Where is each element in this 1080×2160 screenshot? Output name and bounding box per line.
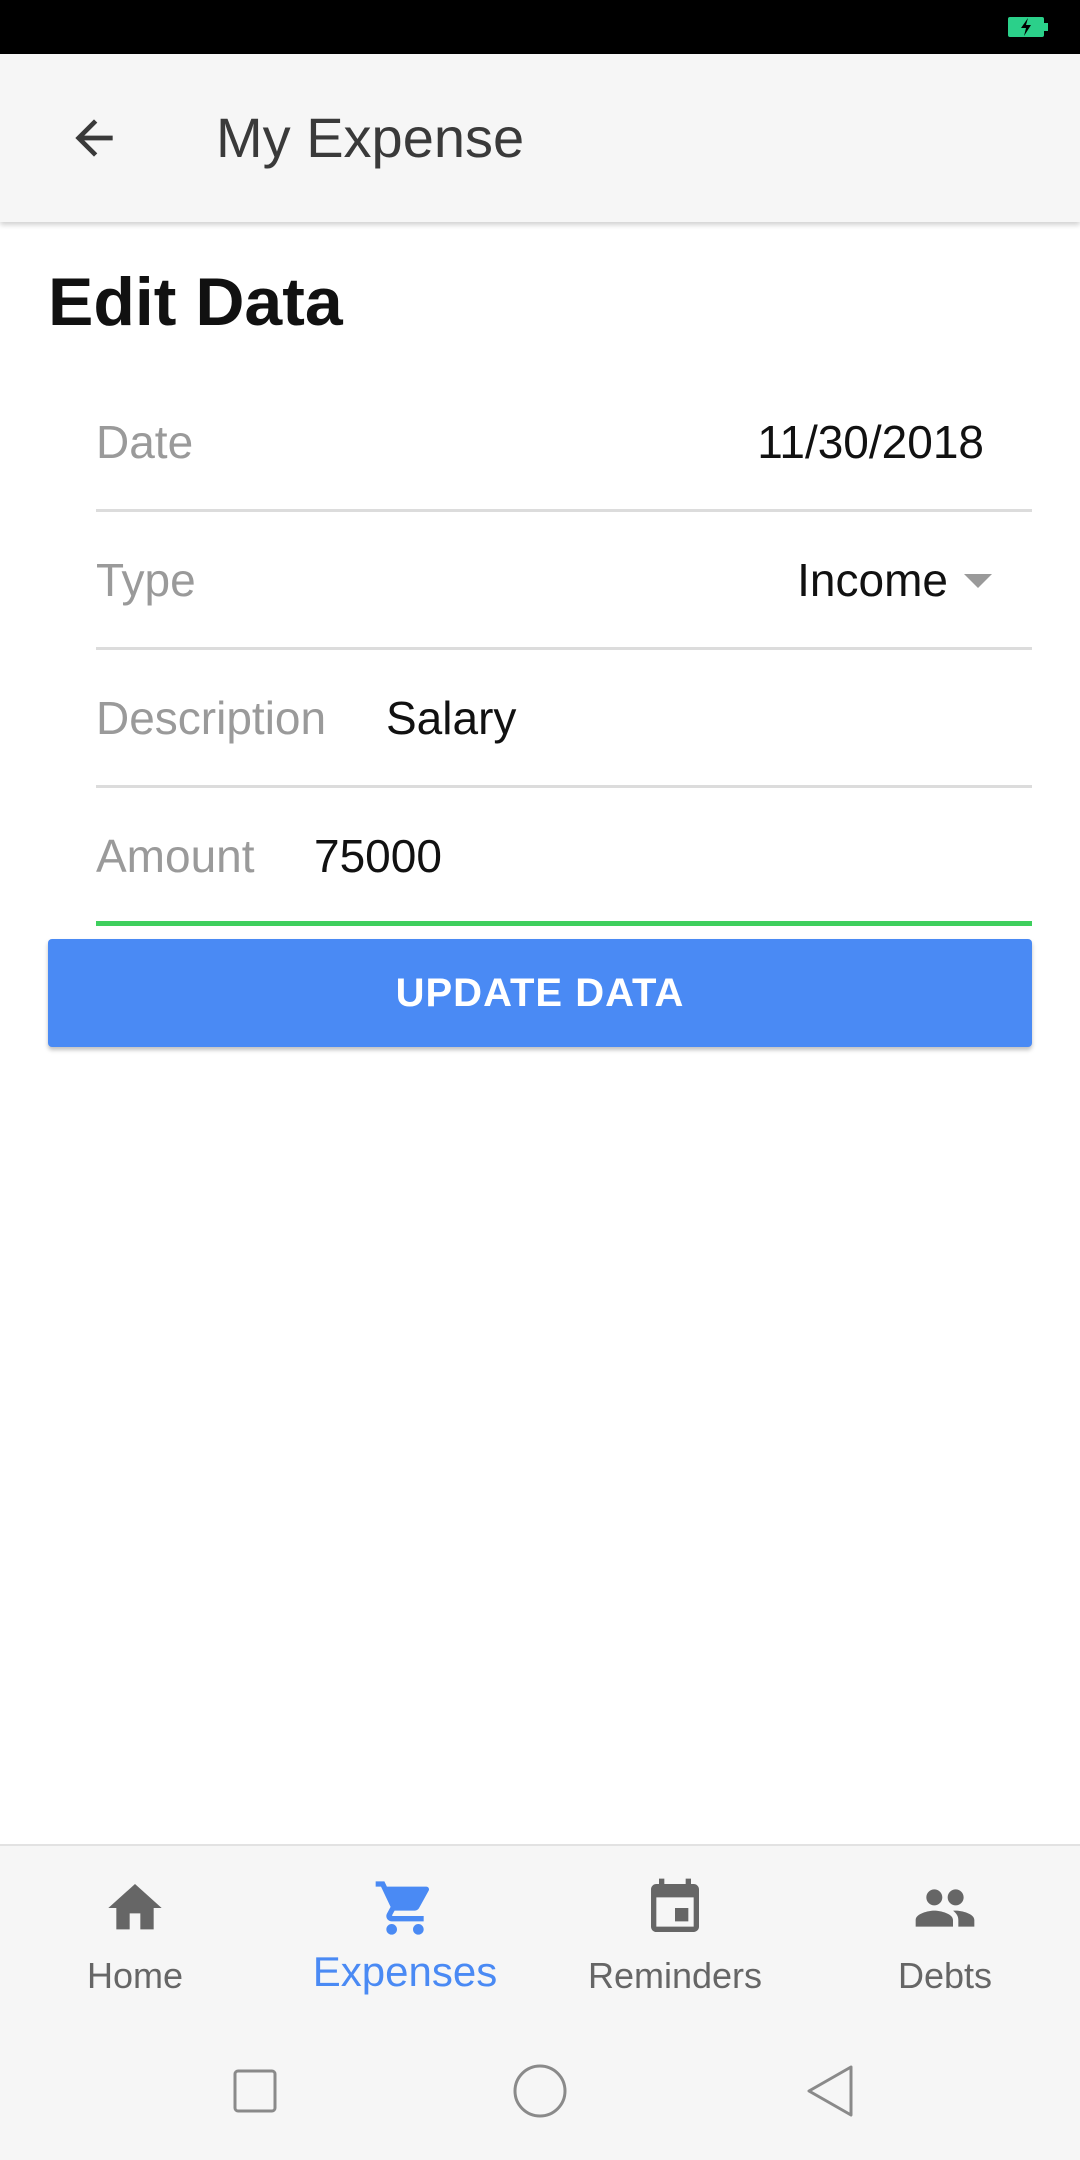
arrow-left-icon (75, 119, 113, 157)
type-select[interactable]: Type Income (96, 512, 1032, 650)
amount-input[interactable]: 75000 (314, 826, 442, 886)
amount-label: Amount (96, 830, 255, 882)
nav-item-home[interactable]: Home (0, 1846, 270, 2022)
description-input[interactable]: Salary (386, 688, 516, 748)
battery-charging-icon (1008, 17, 1048, 37)
date-label: Date (96, 416, 194, 468)
system-navigation-bar (0, 2020, 1080, 2160)
page-title: Edit Data (48, 264, 343, 340)
people-icon (915, 1889, 975, 1927)
nav-label-debts: Debts (897, 1955, 993, 1996)
nav-item-debts[interactable]: Debts (810, 1846, 1080, 2022)
bottom-navigation: Home Expenses Reminders Debts (0, 1844, 1080, 2020)
nav-label-home: Home (86, 1955, 184, 1996)
nav-label-expenses: Expenses (312, 1948, 498, 1995)
dropdown-caret-icon[interactable] (964, 574, 992, 588)
home-icon (108, 1884, 162, 1930)
description-field[interactable]: Description Salary (96, 650, 1032, 788)
amount-field[interactable]: Amount 75000 (96, 788, 1032, 926)
recents-button[interactable] (220, 2056, 290, 2126)
nav-label-reminders: Reminders (587, 1955, 763, 1996)
date-value[interactable]: 11/30/2018 (757, 412, 984, 472)
app-title: My Expense (216, 106, 525, 169)
back-button[interactable] (56, 100, 132, 176)
home-button[interactable] (505, 2056, 575, 2126)
square-icon (233, 2069, 277, 2113)
type-value[interactable]: Income (797, 550, 948, 610)
type-label: Type (96, 554, 196, 606)
cart-icon (375, 1881, 430, 1935)
back-nav-button[interactable] (795, 2056, 865, 2126)
description-label: Description (96, 692, 327, 744)
update-data-button[interactable]: UPDATE DATA (48, 939, 1032, 1047)
nav-item-expenses[interactable]: Expenses (270, 1846, 540, 2022)
nav-item-reminders[interactable]: Reminders (540, 1846, 810, 2022)
status-bar (0, 0, 1080, 54)
circle-icon (513, 2064, 567, 2118)
app-bar: My Expense (0, 54, 1080, 222)
date-field[interactable]: Date 11/30/2018 (96, 374, 1032, 512)
calendar-icon (651, 1878, 699, 1932)
triangle-back-icon (807, 2065, 853, 2117)
